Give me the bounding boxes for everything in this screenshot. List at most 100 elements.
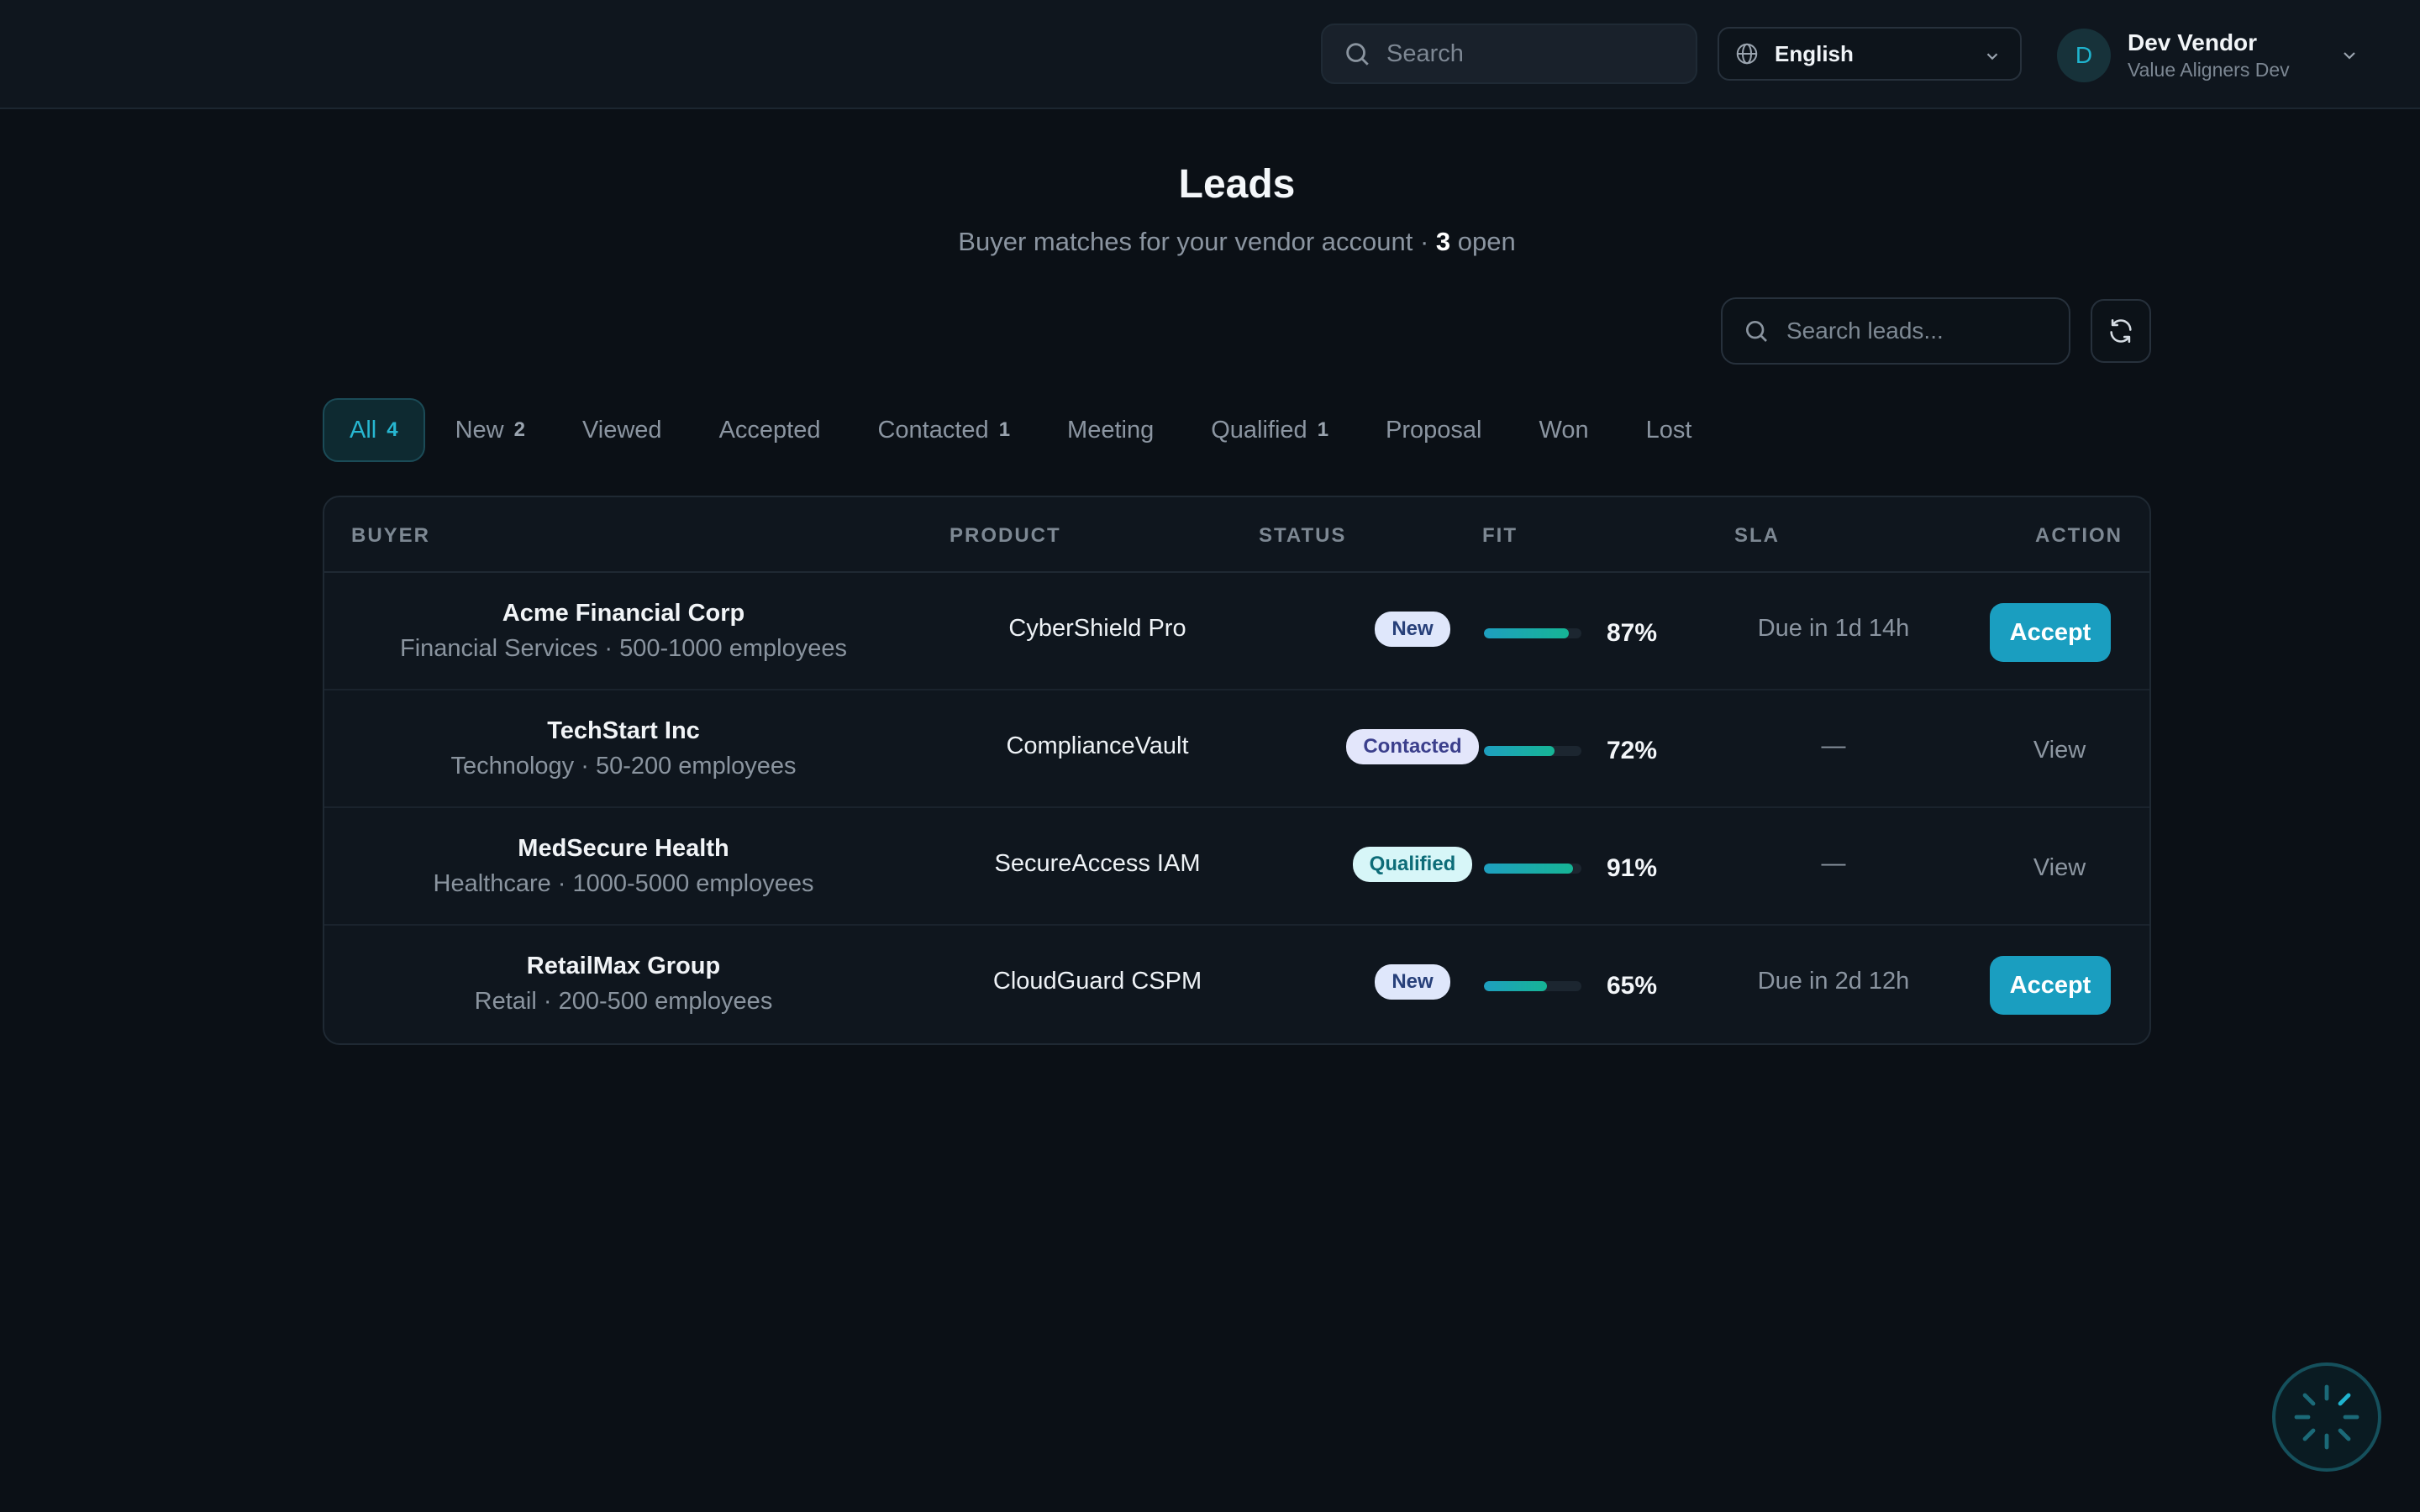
- fit-bar: [1484, 628, 1581, 638]
- accept-button[interactable]: Accept: [1990, 603, 2111, 662]
- tab-meeting[interactable]: Meeting: [1040, 398, 1181, 462]
- assistant-widget-button[interactable]: [2272, 1362, 2381, 1472]
- action-cell: View: [1975, 838, 2126, 897]
- sla-value: Due in 1d 14h: [1757, 615, 1910, 642]
- table-row[interactable]: RetailMax Group Retail · 200-500 employe…: [324, 926, 2149, 1043]
- tab-proposal[interactable]: Proposal: [1359, 398, 1508, 462]
- leads-search-input[interactable]: [1786, 318, 2055, 344]
- global-search-input[interactable]: [1386, 39, 1689, 68]
- header-product[interactable]: PRODUCT: [950, 524, 1061, 548]
- buyer-name[interactable]: TechStart Inc: [358, 714, 889, 748]
- user-info: Dev Vendor Value Aligners Dev: [2128, 29, 2290, 82]
- buyer-meta: Healthcare · 1000-5000 employees: [433, 870, 814, 897]
- loading-spinner-icon: [2294, 1384, 2360, 1450]
- fit-bar-fill: [1484, 746, 1555, 756]
- tab-label: Won: [1539, 416, 1589, 444]
- fit-bar-fill: [1484, 864, 1573, 874]
- tab-label: All: [350, 416, 377, 444]
- buyer-cell: MedSecure Health Healthcare · 1000-5000 …: [358, 832, 889, 902]
- open-count: 3: [1435, 227, 1451, 256]
- language-label: English: [1775, 40, 1854, 66]
- tab-label: Qualified: [1211, 416, 1307, 444]
- header-status[interactable]: STATUS: [1259, 524, 1346, 548]
- subtitle-suffix: open: [1450, 227, 1516, 256]
- fit-bar-fill: [1484, 628, 1569, 638]
- fit-percent: 91%: [1607, 854, 1658, 882]
- product-name: ComplianceVault: [1006, 732, 1189, 759]
- buyer-name[interactable]: MedSecure Health: [358, 832, 889, 865]
- search-icon: [1346, 43, 1369, 66]
- buyer-cell: RetailMax Group Retail · 200-500 employe…: [358, 949, 889, 1020]
- tab-label: Viewed: [581, 416, 662, 444]
- tab-viewed[interactable]: Viewed: [555, 398, 689, 462]
- leads-table: BUYER PRODUCT STATUS FIT SLA ACTION Acme…: [323, 496, 2151, 1045]
- fit-bar: [1484, 864, 1581, 874]
- tab-accepted[interactable]: Accepted: [692, 398, 848, 462]
- fit-bar: [1484, 746, 1581, 756]
- header-action: ACTION: [2035, 524, 2123, 547]
- table-row[interactable]: TechStart Inc Technology · 50-200 employ…: [324, 690, 2149, 808]
- top-bar: English D Dev Vendor Value Aligners Dev: [0, 0, 2420, 109]
- user-org: Value Aligners Dev: [2128, 59, 2290, 81]
- user-name: Dev Vendor: [2128, 29, 2258, 55]
- tab-count-badge: 1: [998, 418, 1011, 441]
- table-row[interactable]: Acme Financial Corp Financial Services ·…: [324, 573, 2149, 690]
- search-icon: [1746, 321, 1767, 342]
- buyer-cell: TechStart Inc Technology · 50-200 employ…: [358, 714, 889, 785]
- sla-value: —: [1821, 850, 1846, 877]
- status-badge: Qualified: [1352, 847, 1473, 882]
- view-link[interactable]: View: [2033, 854, 2086, 882]
- tab-lost[interactable]: Lost: [1619, 398, 1719, 462]
- header-fit[interactable]: FIT: [1482, 524, 1518, 548]
- tab-contacted[interactable]: Contacted 1: [850, 398, 1037, 462]
- sla-value: —: [1821, 732, 1846, 759]
- tab-new[interactable]: New 2: [429, 398, 552, 462]
- tab-all[interactable]: All 4: [323, 398, 425, 462]
- global-search[interactable]: [1321, 24, 1697, 84]
- avatar: D: [2057, 29, 2111, 82]
- tab-won[interactable]: Won: [1512, 398, 1616, 462]
- tab-label: Lost: [1645, 416, 1692, 444]
- header-sla[interactable]: SLA: [1734, 524, 1780, 548]
- subtitle-prefix: Buyer matches for your vendor account ·: [958, 227, 1436, 256]
- language-select[interactable]: English: [1718, 27, 2022, 81]
- status-tabs: All 4 New 2 Viewed Accepted Contacted 1 Meeting Q…: [323, 398, 1722, 462]
- fit-bar-fill: [1484, 981, 1548, 991]
- buyer-meta: Retail · 200-500 employees: [474, 988, 773, 1015]
- status-badge: Contacted: [1346, 729, 1479, 764]
- status-badge: New: [1375, 612, 1450, 647]
- tab-label: Accepted: [718, 416, 821, 444]
- refresh-button[interactable]: [2091, 299, 2151, 363]
- fit-percent: 87%: [1607, 619, 1658, 647]
- buyer-cell: Acme Financial Corp Financial Services ·…: [358, 596, 889, 667]
- buyer-name[interactable]: RetailMax Group: [358, 949, 889, 983]
- leads-search[interactable]: [1721, 297, 2070, 365]
- accept-button[interactable]: Accept: [1990, 956, 2111, 1015]
- product-name: CloudGuard CSPM: [992, 968, 1202, 995]
- tab-label: New: [455, 416, 504, 444]
- page-title: Leads: [1178, 162, 1296, 207]
- fit-percent: 72%: [1607, 737, 1658, 764]
- refresh-icon: [2110, 318, 2132, 344]
- action-cell: Accept: [1975, 603, 2126, 662]
- tab-qualified[interactable]: Qualified 1: [1184, 398, 1355, 462]
- user-menu[interactable]: D Dev Vendor Value Aligners Dev: [2057, 24, 2360, 87]
- header-buyer[interactable]: BUYER: [351, 524, 430, 548]
- globe-icon: [1736, 43, 1758, 65]
- buyer-meta: Financial Services · 500-1000 employees: [400, 635, 847, 662]
- fit-bar: [1484, 981, 1581, 991]
- product-name: SecureAccess IAM: [994, 850, 1201, 877]
- tab-count-badge: 4: [387, 418, 398, 441]
- tab-label: Proposal: [1386, 416, 1482, 444]
- buyer-meta: Technology · 50-200 employees: [450, 753, 797, 780]
- table-row[interactable]: MedSecure Health Healthcare · 1000-5000 …: [324, 808, 2149, 926]
- chevron-down-icon: [2344, 52, 2355, 60]
- buyer-name[interactable]: Acme Financial Corp: [358, 596, 889, 630]
- tab-count-badge: 1: [1317, 418, 1329, 441]
- action-cell: Accept: [1975, 956, 2126, 1015]
- status-badge: New: [1375, 964, 1450, 1000]
- sla-value: Due in 2d 12h: [1757, 968, 1910, 995]
- tab-label: Meeting: [1067, 416, 1155, 444]
- chevron-down-icon: [1986, 53, 1998, 60]
- view-link[interactable]: View: [2033, 737, 2086, 764]
